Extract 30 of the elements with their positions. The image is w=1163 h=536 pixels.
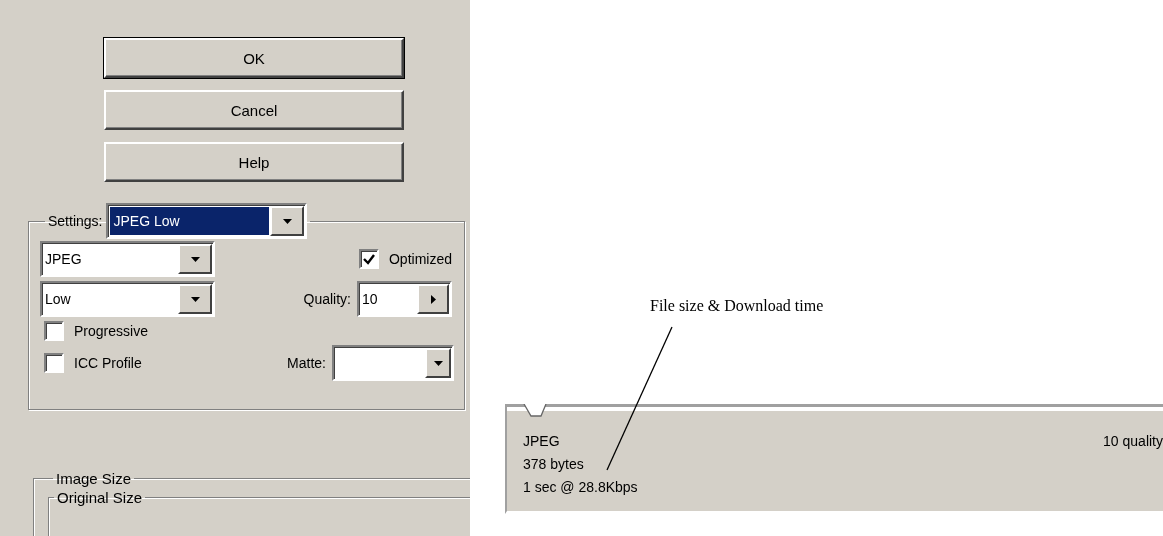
dropdown-arrow-icon: [190, 256, 200, 262]
slider-arrow-icon: [430, 294, 436, 304]
checkbox[interactable]: [44, 321, 64, 341]
dropdown-arrow-icon: [283, 218, 292, 224]
checkbox[interactable]: [44, 353, 64, 373]
download-time-text: 1 sec @ 28.8Kbps: [523, 478, 638, 497]
checkbox-label: Progressive: [74, 323, 148, 339]
checkbox[interactable]: [358, 249, 379, 269]
dialog-button[interactable]: Help: [104, 142, 404, 182]
format-text: JPEG: [523, 432, 561, 451]
matte-dropdown[interactable]: [332, 345, 454, 381]
dialog-button[interactable]: Cancel: [104, 90, 404, 130]
format-dropdown[interactable]: JPEG: [40, 241, 215, 277]
annotation-text: File size & Download time: [650, 297, 825, 315]
dialog-button[interactable]: OK: [104, 38, 404, 78]
checkmark-icon: [362, 253, 375, 265]
matte-label: Matte:: [287, 355, 326, 371]
file-size-text: 378 bytes: [523, 455, 585, 474]
quality-dropdown[interactable]: Low: [40, 281, 215, 317]
group-title: Original Size: [57, 489, 143, 506]
quality-label: Quality:: [303, 291, 351, 307]
checkbox-label: Optimized: [388, 251, 452, 267]
group-title: Image Size: [56, 470, 132, 487]
preset-dropdown[interactable]: JPEG Low: [106, 203, 308, 239]
quality-text: 10 quality: [1103, 432, 1163, 451]
settings-label: Settings:: [48, 213, 103, 229]
checkbox-label: ICC Profile: [74, 355, 142, 371]
dropdown-arrow-icon: [433, 360, 443, 366]
quality-field[interactable]: 10: [357, 281, 452, 317]
dropdown-arrow-icon: [190, 296, 200, 302]
